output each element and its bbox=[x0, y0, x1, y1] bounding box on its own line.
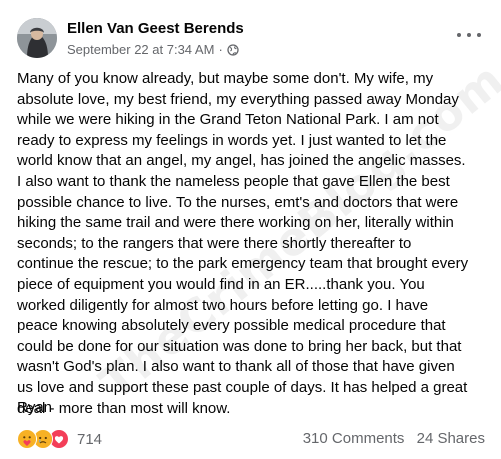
post-meta: September 22 at 7:34 AM · bbox=[67, 42, 239, 57]
shares-count-link[interactable]: 24 Shares bbox=[417, 430, 485, 447]
comments-count-link[interactable]: 310 Comments bbox=[303, 430, 405, 447]
post-text-line: Many of you know already, but maybe some… bbox=[17, 70, 434, 87]
profile-photo-icon bbox=[17, 18, 57, 58]
reaction-count[interactable]: 714 bbox=[77, 431, 102, 448]
more-options-icon[interactable] bbox=[457, 28, 481, 42]
post-text-line: wasn't God's plan. I also want to thank … bbox=[17, 358, 455, 376]
post-text-line: continue the rescue; to the park emergen… bbox=[17, 255, 469, 273]
post-text-line: us love and support these past couple of… bbox=[17, 378, 468, 396]
post-text-line: ready to express my feelings in words ye… bbox=[17, 131, 447, 149]
post-text-line: piece of equipment you would find in an … bbox=[17, 275, 425, 293]
post-signature: Ryan bbox=[17, 399, 53, 416]
post-stats: 310 Comments 24 Shares bbox=[303, 430, 485, 447]
post-text-line: worked diligently for almost two hours b… bbox=[17, 296, 429, 314]
post-text-line: while we were hiking in the Grand Teton … bbox=[17, 111, 439, 129]
post-timestamp[interactable]: September 22 at 7:34 AM bbox=[67, 42, 214, 57]
post-text-line: could be done for our situation was done… bbox=[17, 337, 462, 355]
post-text: Many of you know already, but maybe some… bbox=[17, 69, 487, 419]
care-icon bbox=[17, 429, 37, 449]
post-text-line: possible chance to live. To the nurses, … bbox=[17, 193, 459, 211]
reactions-summary[interactable]: 714 bbox=[17, 428, 102, 450]
post-text-line: peace knowing absolutely every possible … bbox=[17, 317, 446, 335]
post-text-line: world know that an angel, my angel, has … bbox=[17, 152, 466, 170]
facebook-post: Ellen Van Geest Berends September 22 at … bbox=[0, 0, 501, 459]
post-text-line: deal - more than most will know. bbox=[17, 399, 231, 417]
avatar[interactable] bbox=[17, 18, 57, 58]
author-name[interactable]: Ellen Van Geest Berends bbox=[67, 20, 244, 37]
post-text-line: hiking the same trail and were there wor… bbox=[17, 214, 454, 232]
post-text-line: seconds; to the rangers that were there … bbox=[17, 234, 412, 252]
post-text-line: I also want to thank the nameless people… bbox=[17, 172, 450, 190]
post-text-line: absolute love, my best friend, my everyt… bbox=[17, 90, 459, 108]
separator-dot: · bbox=[218, 42, 223, 57]
globe-icon[interactable] bbox=[227, 43, 239, 56]
